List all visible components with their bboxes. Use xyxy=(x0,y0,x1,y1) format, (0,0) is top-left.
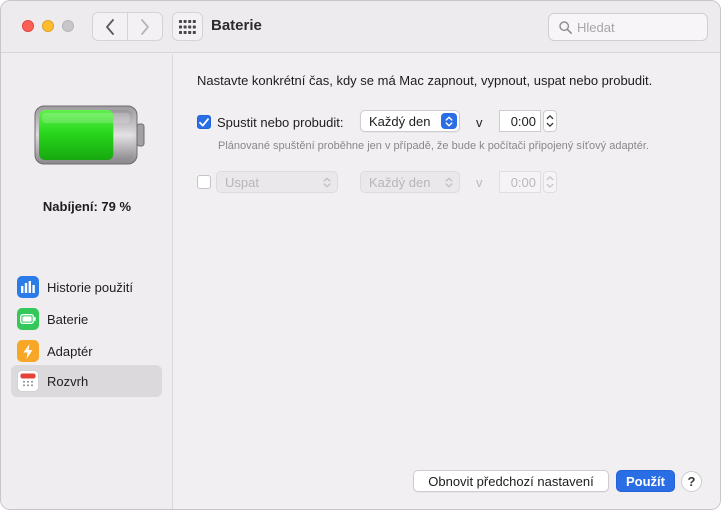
show-all-button[interactable] xyxy=(172,12,203,41)
intro-text: Nastavte konkrétní čas, kdy se má Mac za… xyxy=(197,73,653,88)
back-button[interactable] xyxy=(93,13,127,40)
sleep-action-popup[interactable]: Uspat xyxy=(216,171,338,193)
help-button[interactable]: ? xyxy=(681,471,702,492)
sidebar-item-label: Historie použití xyxy=(47,279,133,295)
navigation-buttons xyxy=(92,12,163,41)
at-label: v xyxy=(476,175,483,190)
calendar-icon xyxy=(17,370,39,392)
checkmark-icon xyxy=(199,117,209,126)
zoom-window-button[interactable] xyxy=(62,20,74,32)
system-preferences-window: Baterie Hledat Nabíjení: 79 % Historie p… xyxy=(0,0,721,510)
sidebar: Nabíjení: 79 % Historie použití Baterie … xyxy=(1,54,173,509)
time-value: 0:00 xyxy=(510,113,536,129)
sleep-checkbox[interactable] xyxy=(197,175,211,189)
popup-arrows-icon xyxy=(319,174,335,190)
search-icon xyxy=(559,20,572,34)
sidebar-item-label: Adaptér xyxy=(47,343,93,359)
schedule-pane: Nastavte konkrétní čas, kdy se má Mac za… xyxy=(174,54,720,509)
apply-button[interactable]: Použít xyxy=(616,470,675,492)
lightning-icon xyxy=(17,340,39,362)
sleep-frequency-popup[interactable]: Každý den xyxy=(360,171,460,193)
sidebar-item-historie-pouziti[interactable]: Historie použití xyxy=(11,271,162,303)
startup-time-field[interactable]: 0:00 xyxy=(499,110,541,132)
sidebar-item-baterie[interactable]: Baterie xyxy=(11,303,162,335)
startup-wake-label: Spustit nebo probudit: xyxy=(217,115,344,130)
sleep-time-stepper[interactable] xyxy=(543,171,557,193)
popup-value: Každý den xyxy=(369,174,431,190)
restore-defaults-button[interactable]: Obnovit předchozí nastavení xyxy=(413,470,609,492)
sidebar-item-label: Baterie xyxy=(47,311,89,327)
popup-arrows-icon xyxy=(441,174,457,190)
bar-chart-icon xyxy=(17,276,39,298)
chevron-left-icon xyxy=(106,18,114,35)
charge-status: Nabíjení: 79 % xyxy=(42,199,132,214)
battery-icon xyxy=(17,308,39,330)
search-field[interactable] xyxy=(548,13,708,41)
popup-value: Každý den xyxy=(369,113,431,129)
sidebar-item-rozvrh[interactable]: Rozvrh xyxy=(11,365,162,397)
minimize-window-button[interactable] xyxy=(42,20,54,32)
popup-arrows-icon xyxy=(441,113,457,129)
close-window-button[interactable] xyxy=(22,20,34,32)
chevron-right-icon xyxy=(141,18,149,35)
battery-level-icon xyxy=(34,105,145,165)
forward-button[interactable] xyxy=(127,13,162,40)
stepper-arrows-icon xyxy=(546,115,554,127)
time-value: 0:00 xyxy=(510,174,536,190)
startup-wake-checkbox[interactable] xyxy=(197,115,211,129)
popup-value: Uspat xyxy=(225,174,259,190)
title-bar: Baterie xyxy=(1,1,720,53)
sidebar-item-adapter[interactable]: Adaptér xyxy=(11,335,162,367)
at-label: v xyxy=(476,115,483,130)
startup-frequency-popup[interactable]: Každý den xyxy=(360,110,460,132)
search-input[interactable] xyxy=(577,19,697,35)
stepper-arrows-icon xyxy=(546,176,554,188)
sidebar-item-label: Rozvrh xyxy=(47,373,89,389)
startup-time-stepper[interactable] xyxy=(543,110,557,132)
startup-hint: Plánované spuštění proběhne jen v případ… xyxy=(218,140,649,152)
grid-icon xyxy=(179,19,196,34)
window-title: Baterie xyxy=(211,17,262,34)
sleep-time-field[interactable]: 0:00 xyxy=(499,171,541,193)
